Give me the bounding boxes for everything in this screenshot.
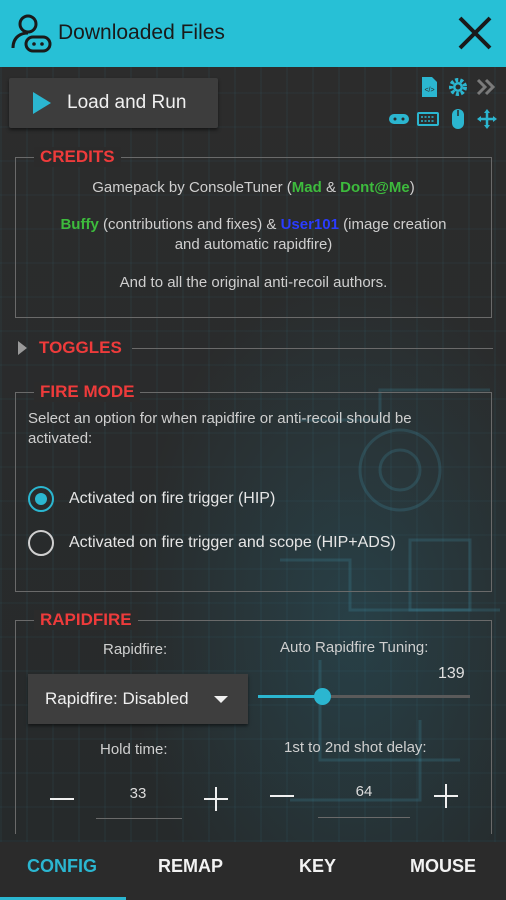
credits-line-2: Buffy (contributions and fixes) & User10… (16, 215, 491, 235)
mouse-icon[interactable] (447, 108, 469, 130)
credits-text: (contributions and fixes) & (98, 216, 281, 233)
credits-text: Gamepack by ConsoleTuner ( (92, 179, 292, 196)
title-bar: Downloaded Files (0, 0, 506, 67)
gamepad-icon[interactable] (388, 108, 410, 130)
fire-mode-title: FIRE MODE (34, 382, 141, 402)
hold-time-decrement-button[interactable] (47, 784, 77, 814)
rapidfire-dropdown[interactable]: Rapidfire: Disabled (28, 674, 248, 724)
minus-icon (270, 795, 294, 797)
keyboard-icon[interactable] (417, 108, 439, 130)
tab-remap[interactable]: REMAP (158, 856, 223, 877)
shot-delay-value[interactable]: 64 (336, 783, 392, 800)
credits-section: CREDITS Gamepack by ConsoleTuner (Mad & … (15, 147, 492, 318)
slider-fill (258, 695, 322, 698)
play-icon (33, 92, 51, 114)
window-title: Downloaded Files (58, 21, 225, 44)
hold-time-underline (96, 818, 182, 819)
credits-line-1: Gamepack by ConsoleTuner (Mad & Dont@Me) (16, 178, 491, 198)
toggles-section-header[interactable]: TOGGLES (18, 336, 493, 360)
credit-name-buffy: Buffy (60, 216, 99, 233)
credit-name-mad: Mad (291, 179, 322, 196)
user-gamepad-icon (11, 14, 52, 53)
fire-mode-option-hip[interactable]: Activated on fire trigger (HIP) (28, 486, 275, 512)
tab-mouse[interactable]: MOUSE (410, 856, 476, 877)
script-file-icon[interactable]: </> (418, 76, 440, 98)
hold-time-value[interactable]: 33 (110, 785, 166, 802)
gear-icon[interactable] (447, 76, 469, 98)
fire-mode-option-label: Activated on fire trigger (HIP) (69, 490, 276, 507)
fire-mode-option-label: Activated on fire trigger and scope (HIP… (69, 534, 396, 551)
hold-time-label: Hold time: (100, 741, 168, 758)
move-arrows-icon[interactable] (476, 108, 498, 130)
credits-text: & (321, 179, 341, 196)
plus-icon-v (215, 787, 217, 811)
shot-delay-increment-button[interactable] (431, 781, 461, 811)
shot-delay-label: 1st to 2nd shot delay: (284, 739, 427, 756)
shot-delay-underline (318, 817, 410, 818)
radio-button[interactable] (28, 530, 54, 556)
shot-delay-decrement-button[interactable] (267, 781, 297, 811)
plus-icon-v (445, 784, 447, 808)
hold-time-increment-button[interactable] (201, 784, 231, 814)
slider-thumb[interactable] (313, 688, 331, 705)
rapidfire-title: RAPIDFIRE (34, 610, 138, 630)
auto-tuning-value: 139 (438, 665, 465, 682)
load-and-run-label: Load and Run (67, 92, 187, 113)
close-icon[interactable] (456, 14, 494, 52)
expand-arrow-icon (18, 341, 27, 355)
radio-button-selected[interactable] (28, 486, 54, 512)
chevron-down-icon (214, 696, 228, 703)
double-chevron-icon[interactable] (475, 76, 497, 98)
fire-mode-description: Select an option for when rapidfire or a… (28, 410, 412, 447)
svg-text:</>: </> (424, 87, 434, 94)
credits-text: (image creation (338, 216, 447, 233)
tab-config[interactable]: CONFIG (27, 856, 97, 877)
credits-line-4: And to all the original anti-recoil auth… (119, 274, 388, 291)
credit-name-dontatme: Dont@Me (340, 179, 410, 196)
bottom-tab-bar: CONFIG REMAP KEY MOUSE (0, 842, 506, 900)
tab-key[interactable]: KEY (299, 856, 336, 877)
credits-text: ) (409, 179, 415, 196)
rapidfire-dropdown-value: Rapidfire: Disabled (45, 689, 189, 708)
auto-tuning-slider[interactable] (258, 688, 470, 705)
auto-rapidfire-tuning-label: Auto Rapidfire Tuning: (280, 639, 429, 656)
load-and-run-button[interactable]: Load and Run (9, 78, 218, 128)
fire-mode-section: FIRE MODE Select an option for when rapi… (15, 382, 492, 592)
minus-icon (50, 798, 74, 800)
fire-mode-option-hip-ads[interactable]: Activated on fire trigger and scope (HIP… (28, 530, 396, 556)
divider (131, 347, 493, 349)
rapidfire-label: Rapidfire: (103, 641, 168, 658)
credit-name-user101: User101 (280, 216, 339, 233)
credits-line-3: and automatic rapidfire) (174, 236, 333, 253)
credits-title: CREDITS (34, 147, 121, 167)
toggles-title: TOGGLES (39, 338, 122, 357)
